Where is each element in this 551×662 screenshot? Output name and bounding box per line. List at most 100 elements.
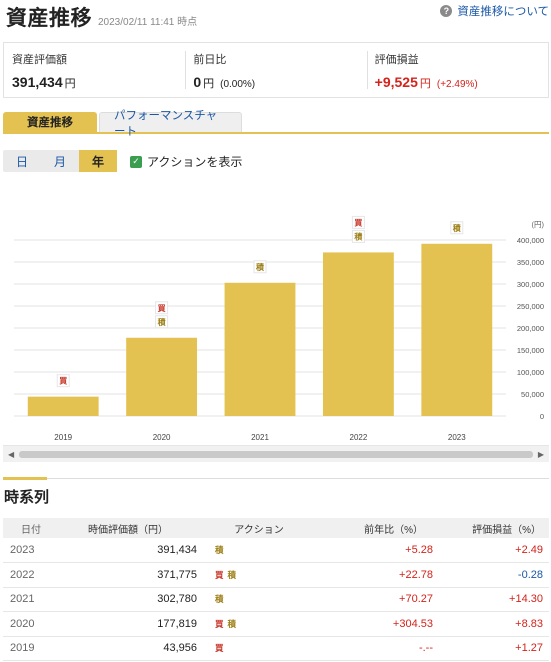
row-market-value: 43,956: [53, 636, 203, 661]
period-month-button[interactable]: 月: [41, 150, 79, 172]
scrollbar-thumb[interactable]: [19, 451, 533, 458]
chart-bar: [27, 396, 99, 416]
x-tick-label: 2023: [448, 433, 466, 442]
y-tick-label: 50,000: [521, 390, 544, 399]
timestamp: 2023/02/11 11:41 時点: [98, 17, 198, 28]
col-market-value: 時価評価額（円）: [53, 518, 203, 538]
profit-loss-pct: (+2.49%): [436, 79, 478, 90]
profit-loss-number: +9,525: [374, 74, 418, 90]
x-tick-label: 2019: [54, 433, 72, 442]
timeseries-table: 日付 時価評価額（円） アクション 前年比（%） 評価損益（%） 2023 391…: [3, 518, 549, 661]
table-row: 2020 177,819 買積 +304.53 +8.83: [3, 611, 549, 637]
y-tick-label: 250,000: [517, 302, 544, 311]
x-tick-label: 2022: [350, 433, 368, 442]
asset-bar-chart: (円) 0 50,000 100,000 150,000 200,000 250,000 30…: [14, 215, 545, 442]
period-day-button[interactable]: 日: [3, 150, 41, 172]
table-row: 2023 391,434 積 +5.28 +2.49: [3, 538, 549, 563]
y-tick-label: 400,000: [517, 236, 544, 245]
profit-loss-unit: 円: [419, 78, 431, 90]
chart-scrollbar[interactable]: ◀ ▶: [3, 445, 549, 462]
row-actions: 買積: [203, 611, 315, 637]
row-profit-loss: +2.49: [439, 538, 549, 563]
row-profit-loss: +1.27: [439, 636, 549, 661]
asset-value-cell: 資産評価額 391,434 円: [4, 43, 185, 97]
question-icon: ?: [440, 5, 453, 17]
accumulate-badge: 積: [215, 545, 224, 555]
day-change-pct: (0.00%): [220, 79, 256, 90]
row-date: 2022: [3, 562, 53, 588]
period-year-button[interactable]: 年: [79, 150, 117, 172]
buy-marker-label: 買: [59, 377, 67, 386]
chart-bar: [421, 243, 493, 416]
buy-badge: 買: [215, 618, 224, 629]
row-profit-loss: +8.83: [439, 611, 549, 637]
day-change-label: 前日比: [193, 54, 227, 66]
row-date: 2023: [3, 538, 53, 563]
row-actions: 買積: [203, 562, 315, 588]
asset-value-unit: 円: [64, 78, 76, 90]
tab-asset-trend[interactable]: 資産推移: [3, 112, 97, 132]
scroll-right-icon[interactable]: ▶: [538, 450, 544, 459]
page-header: 資産推移 2023/02/11 11:41 時点: [6, 2, 197, 32]
row-yoy: +70.27: [315, 587, 439, 612]
day-change-value: 0 円 (0.00%): [193, 74, 366, 91]
buy-badge: 買: [215, 569, 224, 580]
timeseries-title: 時系列: [4, 489, 50, 506]
profit-loss-label: 評価損益: [374, 54, 419, 66]
row-date: 2020: [3, 611, 53, 637]
row-actions: 買: [203, 636, 315, 661]
row-profit-loss: +14.30: [439, 587, 549, 612]
asset-value-number: 391,434: [12, 74, 63, 90]
row-market-value: 302,780: [53, 587, 203, 612]
buy-marker-label: 買: [158, 304, 166, 313]
col-action: アクション: [203, 518, 315, 538]
row-market-value: 371,775: [53, 562, 203, 588]
summary-panel: 資産評価額 391,434 円 前日比 0 円 (0.00%) 評価損益 +9,525…: [3, 42, 549, 98]
col-date: 日付: [3, 518, 53, 538]
checkmark-icon: ✓: [130, 155, 142, 168]
row-date: 2021: [3, 587, 53, 612]
buy-marker-label: 買: [354, 218, 362, 227]
chart-tabs: 資産推移 パフォーマンスチャート: [3, 110, 549, 138]
day-change-cell: 前日比 0 円 (0.00%): [185, 43, 366, 97]
row-market-value: 177,819: [53, 611, 203, 637]
chart-bar: [224, 282, 296, 416]
accumulate-marker-label: 積: [255, 262, 265, 272]
help-link-label[interactable]: 資産推移について: [457, 3, 549, 19]
row-actions: 積: [203, 587, 315, 612]
row-market-value: 391,434: [53, 538, 203, 563]
y-tick-label: 150,000: [517, 346, 544, 355]
y-tick-label: 0: [540, 412, 544, 421]
asset-value: 391,434 円: [12, 74, 185, 91]
row-yoy: -.--: [315, 636, 439, 661]
accumulate-badge: 積: [215, 594, 224, 605]
row-yoy: +5.28: [315, 538, 439, 563]
accumulate-badge: 積: [227, 569, 237, 580]
day-change-number: 0: [193, 74, 202, 90]
row-profit-loss: -0.28: [439, 562, 549, 588]
table-row: 2019 43,956 買 -.-- +1.27: [3, 636, 549, 661]
tab-performance-chart[interactable]: パフォーマンスチャート: [99, 110, 242, 138]
table-row: 2022 371,775 買積 +22.78 -0.28: [3, 562, 549, 588]
show-actions-checkbox[interactable]: ✓ アクションを表示: [130, 153, 242, 170]
row-yoy: +22.78: [315, 562, 439, 588]
col-profit-loss: 評価損益（%）: [439, 518, 549, 538]
row-actions: 積: [203, 538, 315, 563]
col-yoy: 前年比（%）: [315, 518, 439, 538]
buy-badge: 買: [215, 643, 224, 654]
section-divider: [3, 477, 549, 480]
scroll-left-icon[interactable]: ◀: [8, 450, 14, 459]
profit-loss-value: +9,525 円 (+2.49%): [375, 74, 548, 91]
period-toggle: 日 月 年: [3, 150, 117, 172]
day-change-unit: 円: [203, 78, 215, 90]
accumulate-badge: 積: [227, 618, 237, 629]
help-link[interactable]: ? 資産推移について: [440, 3, 549, 19]
show-actions-label: アクションを表示: [147, 155, 243, 169]
divider-accent: [3, 477, 47, 480]
chart-bar: [322, 252, 394, 416]
table-row: 2021 302,780 積 +70.27 +14.30: [3, 587, 549, 612]
y-axis-unit-label: (円): [532, 220, 545, 229]
profit-loss-cell: 評価損益 +9,525 円 (+2.49%): [366, 43, 548, 97]
table-header-row: 日付 時価評価額（円） アクション 前年比（%） 評価損益（%）: [3, 518, 549, 538]
accumulate-marker-label: 積: [157, 317, 167, 327]
